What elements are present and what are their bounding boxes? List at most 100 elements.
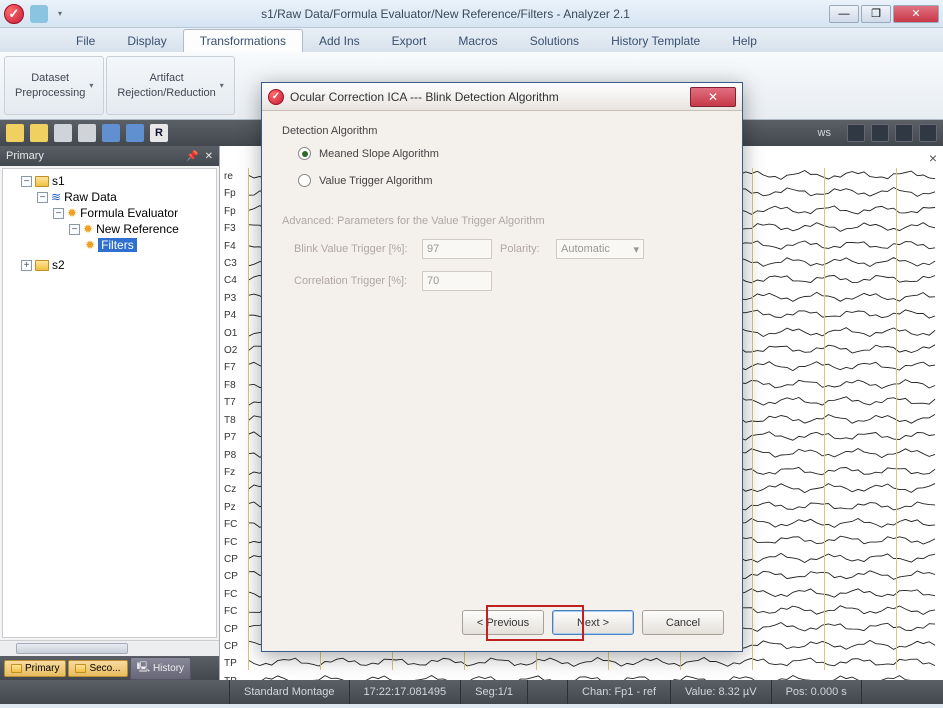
radio-meaned-slope[interactable]: Meaned Slope Algorithm [298,147,722,160]
dialog-ocular-correction: ✓ Ocular Correction ICA --- Blink Detect… [261,82,743,652]
sidebar-scrollbar[interactable] [0,640,219,656]
sidebar-title: Primary [6,150,44,162]
ribbon-artifact-rejection[interactable]: Artifact Rejection/Reduction ▾ [106,56,234,115]
zoom-in-icon[interactable] [54,124,72,142]
gear-icon: ✹ [85,238,95,252]
dialog-close-button[interactable]: ✕ [690,87,736,107]
toolbar-icon[interactable] [895,124,913,142]
gear-icon: ✹ [83,222,93,236]
previous-button[interactable]: < Previous [462,610,544,635]
next-button[interactable]: Next > [552,610,634,635]
window-titlebar: ✓ ▾ s1/Raw Data/Formula Evaluator/New Re… [0,0,943,28]
history-icon: 🖳 [137,660,150,677]
group-label: Detection Algorithm [282,125,722,137]
tree-node-filters[interactable]: ✹Filters [5,237,214,253]
collapse-icon[interactable]: − [37,192,48,203]
cancel-button[interactable]: Cancel [642,610,724,635]
tree-node-formula-evaluator[interactable]: −✹Formula Evaluator [5,205,214,221]
advanced-section: Advanced: Parameters for the Value Trigg… [282,215,722,291]
ribbon-tabs: File Display Transformations Add Ins Exp… [0,28,943,52]
tree-node-rawdata[interactable]: −≋Raw Data [5,189,214,205]
sidebar: Primary 📌 ✕ −s1 −≋Raw Data −✹Formula Eva… [0,146,220,680]
folder-icon [75,664,86,673]
tab-addins[interactable]: Add Ins [303,30,376,52]
radio-label: Meaned Slope Algorithm [319,148,439,160]
tab-macros[interactable]: Macros [442,30,513,52]
toolbar-icon[interactable] [102,124,120,142]
quick-access-toolbar: ▾ [30,5,62,23]
radio-icon[interactable] [298,174,311,187]
correlation-trigger-label: Correlation Trigger [%]: [294,275,414,287]
tree-node-s2[interactable]: +s2 [5,257,214,273]
app-logo-icon: ✓ [4,4,24,24]
tree-node-new-reference[interactable]: −✹New Reference [5,221,214,237]
app-logo-icon: ✓ [268,89,284,105]
tab-history-template[interactable]: History Template [595,30,716,52]
status-spacer [0,680,230,704]
maximize-button[interactable]: ❐ [861,5,891,23]
chevron-down-icon: ▾ [220,81,224,90]
collapse-icon[interactable]: − [53,208,64,219]
sidebar-tabs: Primary Seco... 🖳History [0,656,219,680]
radio-icon[interactable] [298,147,311,160]
blink-trigger-label: Blink Value Trigger [%]: [294,243,414,255]
polarity-select: Automatic▾ [556,239,644,259]
expand-icon[interactable]: + [21,260,32,271]
ribbon-dataset-preprocessing[interactable]: Dataset Preprocessing▾ [4,56,104,115]
toolbar-icon[interactable] [919,124,937,142]
folder-icon [11,664,22,673]
window-title: s1/Raw Data/Formula Evaluator/New Refere… [62,7,829,21]
tab-transformations[interactable]: Transformations [183,29,303,52]
channel-labels: reFpFpF3F4C3C4P3P4O1O2F7F8T7T8P7P8FzCzPz… [224,168,238,680]
sidebar-tab-primary[interactable]: Primary [4,660,66,677]
sidebar-tab-history[interactable]: 🖳History [130,657,191,680]
status-time: 17:22:17.081495 [350,680,462,704]
minimize-button[interactable]: — [829,5,859,23]
chevron-down-icon: ▾ [633,243,639,256]
polarity-label: Polarity: [500,243,548,255]
tab-file[interactable]: File [60,30,111,52]
zoom-out-icon[interactable] [78,124,96,142]
close-button[interactable]: ✕ [893,5,939,23]
collapse-icon[interactable]: − [21,176,32,187]
blink-trigger-input [422,239,492,259]
toolbar-r-icon[interactable]: R [150,124,168,142]
tab-display[interactable]: Display [111,30,182,52]
status-bar: Standard Montage 17:22:17.081495 Seg:1/1… [0,680,943,704]
chevron-down-icon: ▾ [89,81,93,90]
eeg-close-icon[interactable]: × [929,150,937,166]
dialog-titlebar[interactable]: ✓ Ocular Correction ICA --- Blink Detect… [262,83,742,111]
close-icon[interactable]: ✕ [205,151,213,162]
dialog-buttons: < Previous Next > Cancel [462,610,724,635]
correlation-trigger-input [422,271,492,291]
pin-icon[interactable]: 📌 [186,151,198,162]
radio-value-trigger[interactable]: Value Trigger Algorithm [298,174,722,187]
tab-solutions[interactable]: Solutions [514,30,595,52]
collapse-icon[interactable]: − [69,224,80,235]
sidebar-tab-secondary[interactable]: Seco... [68,660,127,677]
toolbar-icon[interactable] [6,124,24,142]
tree-node-s1[interactable]: −s1 [5,173,214,189]
tab-export[interactable]: Export [376,30,443,52]
gear-icon: ✹ [67,206,77,220]
dialog-body: Detection Algorithm Meaned Slope Algorit… [262,111,742,305]
toolbar-icon[interactable] [126,124,144,142]
advanced-title: Advanced: Parameters for the Value Trigg… [282,215,722,227]
status-value: Value: 8.32 µV [671,680,772,704]
toolbar-icon[interactable] [30,124,48,142]
dialog-title: Ocular Correction ICA --- Blink Detectio… [290,90,690,104]
status-montage: Standard Montage [230,680,350,704]
history-tree[interactable]: −s1 −≋Raw Data −✹Formula Evaluator −✹New… [2,168,217,638]
sidebar-header: Primary 📌 ✕ [0,146,219,166]
status-position: Pos: 0.000 s [772,680,862,704]
toolbar-text: ws [818,127,831,139]
folder-icon [35,176,49,187]
wave-icon: ≋ [51,190,61,204]
tab-help[interactable]: Help [716,30,773,52]
toolbar-icon[interactable] [847,124,865,142]
status-segment: Seg:1/1 [461,680,528,704]
status-spacer [528,680,568,704]
ribbon-label: Artifact Rejection/Reduction [117,71,215,100]
toolbar-icon[interactable] [871,124,889,142]
qat-button[interactable] [30,5,48,23]
